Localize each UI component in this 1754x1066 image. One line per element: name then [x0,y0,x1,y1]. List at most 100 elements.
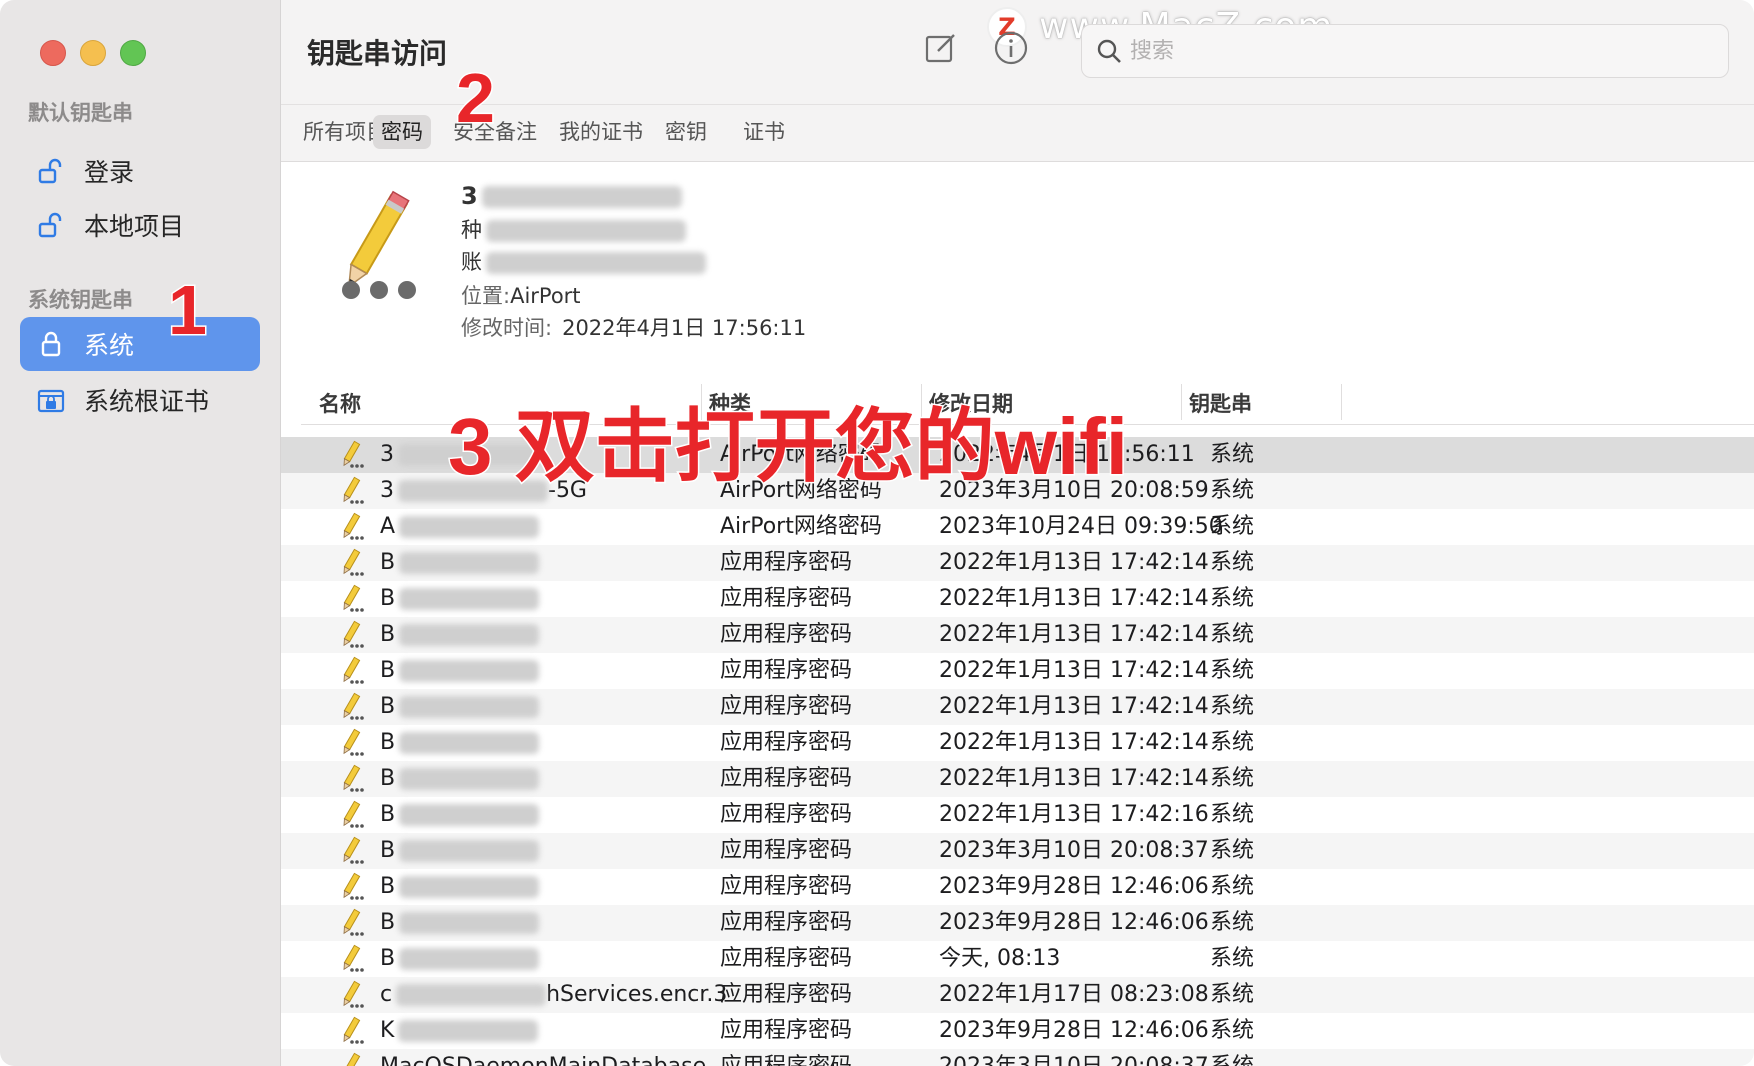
detail-location-value: AirPort [510,284,581,308]
section-system-keychains: 系统钥匙串 [28,288,133,312]
cell-name-text: MacOSDaemonMainDatabase [380,1054,706,1066]
cell-kind: AirPort网络密码 [720,514,882,539]
cell-kind: 应用程序密码 [720,874,853,899]
detail-account: 账 [461,246,706,276]
table-row[interactable]: B 应用程序密码 2022年1月13日 17:42:14 系统 [281,545,1754,581]
tab-my-certificates[interactable]: 我的证书 [551,115,651,149]
window-title: 钥匙串访问 [307,37,448,70]
password-item-icon [335,728,365,758]
minimize-button[interactable] [80,40,106,66]
cell-kind: 应用程序密码 [720,658,853,683]
cell-keychain: 系统 [1210,622,1255,647]
column-separator[interactable] [1341,384,1342,420]
cell-date: 2023年9月28日 12:46:06 [939,910,1209,935]
redacted-text [399,516,540,538]
step-2-annotation: 2 [455,58,497,139]
cell-name: B [380,833,540,869]
password-item-icon [335,836,365,866]
column-header-name[interactable]: 名称 [319,388,361,418]
redacted-text [399,660,540,682]
sidebar-item-local[interactable]: 本地项目 [20,198,260,252]
tab-certificates[interactable]: 证书 [735,115,793,149]
cell-kind: 应用程序密码 [720,730,853,755]
sidebar-item-label: 系统根证书 [84,387,210,416]
column-separator[interactable] [1181,384,1182,420]
cell-keychain: 系统 [1210,442,1255,467]
table-row[interactable]: B 应用程序密码 今天, 08:13 系统 [281,941,1754,977]
redacted-text [399,624,540,646]
search-field[interactable] [1081,24,1729,78]
zoom-button[interactable] [120,40,146,66]
table-row[interactable]: B 应用程序密码 2022年1月13日 17:42:14 系统 [281,581,1754,617]
cell-name: B [380,653,540,689]
unlock-icon [36,156,66,186]
table-row[interactable]: B 应用程序密码 2023年3月10日 20:08:37 系统 [281,833,1754,869]
detail-account-text: 账 [461,250,482,274]
cell-kind: 应用程序密码 [720,1018,853,1043]
item-detail: 3 种 账 位置:AirPort 修改时间: 2022年4月1日 17:56:11 [281,162,1754,362]
search-input[interactable] [1128,37,1692,65]
toolbar: 钥匙串访问 Z www.MacZ.com [281,0,1754,104]
table-row[interactable]: B 应用程序密码 2022年1月13日 17:42:14 系统 [281,617,1754,653]
cell-name: B [380,545,540,581]
cell-name: B [380,617,540,653]
sidebar-item-system[interactable]: 系统 [20,317,260,371]
password-item-icon [335,440,365,470]
cell-name-text: B [380,586,396,611]
table-row[interactable]: B 应用程序密码 2022年1月13日 17:42:14 系统 [281,761,1754,797]
cell-name-text: B [380,622,396,647]
cell-name: B [380,941,540,977]
column-header-keychain[interactable]: 钥匙串 [1189,388,1252,418]
table-row[interactable]: B 应用程序密码 2023年9月28日 12:46:06 系统 [281,905,1754,941]
cell-kind: 应用程序密码 [720,766,853,791]
password-item-icon [335,908,365,938]
cell-date: 2022年1月13日 17:42:14 [939,766,1209,791]
info-button[interactable] [991,30,1031,70]
password-item-icon [335,692,365,722]
cell-name-text: B [380,874,396,899]
table-row[interactable]: B 应用程序密码 2022年1月13日 17:42:14 系统 [281,653,1754,689]
cell-kind: 应用程序密码 [720,694,853,719]
detail-modified: 修改时间: 2022年4月1日 17:56:11 [461,312,806,342]
sidebar: 默认钥匙串 登录 本地项目 系统钥匙串 系统 系统根证书 [0,0,281,1066]
compose-button[interactable] [921,30,961,70]
category-tabs: 所有项目 密码 安全备注 我的证书 密钥 证书 [281,104,1754,162]
detail-modified-label: 修改时间: [461,316,553,340]
table-row[interactable]: B 应用程序密码 2022年1月13日 17:42:14 系统 [281,725,1754,761]
redacted-text [399,948,540,970]
sidebar-item-system-roots[interactable]: 系统根证书 [20,373,260,427]
cell-date: 2022年1月13日 17:42:14 [939,730,1209,755]
table-row[interactable]: c hServices.encr.3 应用程序密码 2022年1月17日 08:23:… [281,977,1754,1013]
cell-keychain: 系统 [1210,802,1255,827]
cell-name-text: K [380,1018,395,1043]
unlock-icon [36,210,66,240]
detail-kind-text: 种 [461,218,482,242]
cell-keychain: 系统 [1210,1018,1255,1043]
redacted-text [399,912,540,934]
cell-kind: 应用程序密码 [720,910,853,935]
table-row[interactable]: K 应用程序密码 2023年9月28日 12:46:06 系统 [281,1013,1754,1049]
table-row[interactable]: A AirPort网络密码 2023年10月24日 09:39:50 系统 [281,509,1754,545]
cell-name-text: B [380,694,396,719]
cell-date: 2022年1月13日 17:42:14 [939,658,1209,683]
table-row[interactable]: B 应用程序密码 2023年9月28日 12:46:06 系统 [281,869,1754,905]
password-item-icon [335,764,365,794]
redacted-text [398,1020,539,1042]
sidebar-item-login[interactable]: 登录 [20,144,260,198]
table-row[interactable]: B 应用程序密码 2022年1月13日 17:42:14 系统 [281,689,1754,725]
redacted-text [486,220,686,242]
password-item-icon [311,186,431,306]
cell-date: 2022年1月13日 17:42:14 [939,622,1209,647]
tab-passwords[interactable]: 密码 [373,115,431,149]
lock-icon [36,329,66,359]
password-list: 3 AirPort网络密码 2022年4月1日 17:56:11 系统 3 -5G AirP… [281,437,1754,1066]
cell-kind: 应用程序密码 [720,1049,852,1066]
password-item-icon [335,584,365,614]
password-item-icon [335,872,365,902]
password-item-icon [335,1052,365,1066]
cell-name-suffix: hServices.encr.3 [546,982,728,1007]
table-row[interactable]: MacOSDaemonMainDatabase 应用程序密码 2023年3月10日 … [281,1049,1754,1066]
tab-keys[interactable]: 密钥 [657,115,715,149]
close-button[interactable] [40,40,66,66]
table-row[interactable]: B 应用程序密码 2022年1月13日 17:42:16 系统 [281,797,1754,833]
